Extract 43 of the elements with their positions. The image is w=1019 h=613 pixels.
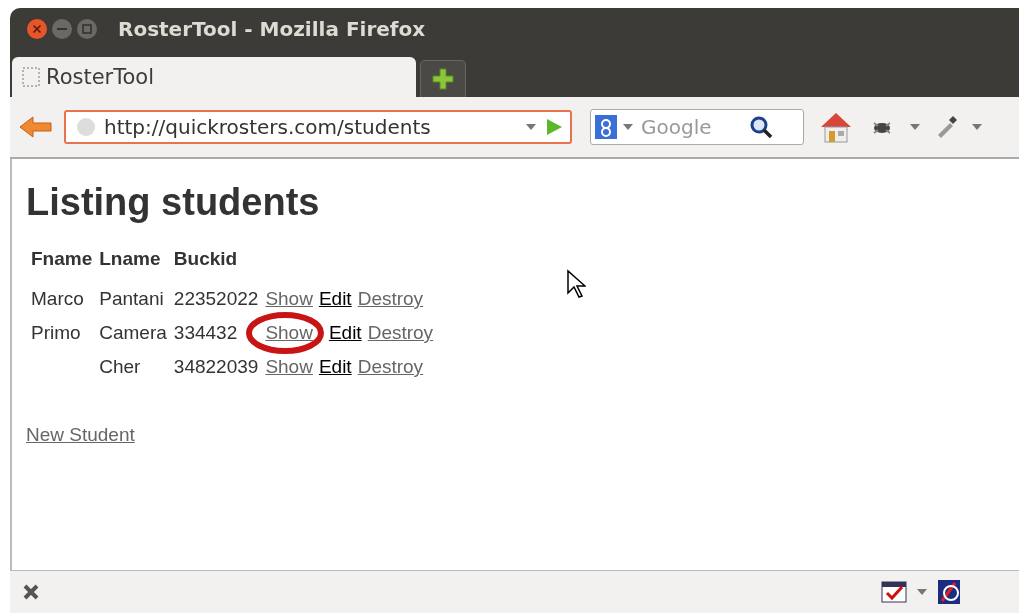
table-cell: Camera — [99, 322, 167, 343]
dropdown-icon[interactable] — [910, 124, 920, 130]
search-field[interactable]: Google — [590, 109, 804, 145]
go-icon[interactable] — [544, 117, 564, 137]
page-icon — [22, 67, 40, 87]
table-cell: Cher — [99, 356, 141, 377]
link[interactable]: Show — [265, 356, 313, 378]
link[interactable]: Destroy — [357, 288, 424, 310]
link[interactable]: Edit — [318, 356, 352, 378]
checkmark-icon[interactable] — [881, 581, 907, 603]
window-title: RosterTool - Mozilla Firefox — [118, 17, 426, 41]
search-engine-icon — [595, 115, 617, 139]
new-tab-button[interactable] — [420, 60, 466, 97]
table-cell: Pantani — [99, 288, 164, 309]
table-cell: Marco — [31, 288, 84, 309]
mouse-cursor-icon — [566, 269, 586, 299]
link[interactable]: Edit — [328, 322, 362, 344]
table-cell: Primo — [31, 322, 81, 343]
column-header: Fname — [30, 248, 94, 271]
dropdown-icon[interactable] — [972, 124, 982, 130]
column-header: Lname — [98, 248, 162, 271]
globe-icon — [76, 117, 96, 137]
dropdown-icon[interactable] — [526, 124, 536, 130]
table-cell: 34822039 — [173, 356, 259, 377]
table-cell: 334432 — [173, 322, 238, 343]
minimize-icon[interactable] — [51, 18, 73, 40]
table-cell: 22352022 — [173, 288, 259, 309]
column-header: Buckid — [172, 248, 239, 271]
link[interactable]: Show — [265, 288, 313, 310]
address-field[interactable]: http://quickrosters.com/students — [64, 110, 572, 144]
close-icon[interactable] — [26, 18, 48, 40]
link[interactable]: Destroy — [357, 356, 424, 378]
search-icon[interactable] — [749, 115, 773, 139]
page-heading: Listing students — [26, 181, 321, 224]
back-arrow-icon[interactable] — [18, 114, 54, 140]
link[interactable]: New Student — [26, 424, 135, 445]
link[interactable]: Destroy — [367, 322, 434, 344]
dropdown-icon[interactable] — [623, 124, 633, 130]
close-icon[interactable] — [22, 583, 40, 601]
dropdown-icon[interactable] — [917, 589, 927, 595]
browser-tab[interactable]: RosterTool — [12, 57, 416, 97]
plus-icon — [431, 67, 455, 91]
link[interactable]: Edit — [318, 288, 352, 310]
